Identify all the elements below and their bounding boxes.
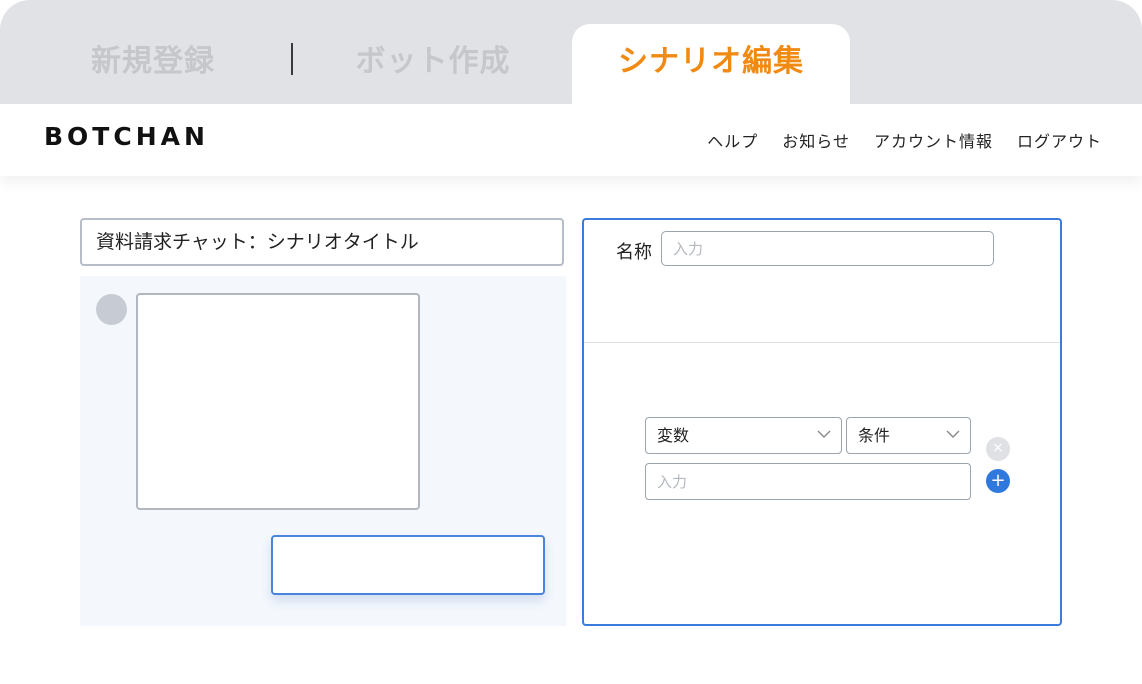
condition-select-label: 条件 (858, 426, 891, 445)
user-reply-box[interactable] (271, 535, 545, 595)
section-divider (584, 342, 1060, 343)
name-input[interactable] (661, 231, 994, 266)
condition-select[interactable]: 条件 (846, 417, 971, 454)
tab-bar: 新規登録 ボット作成 シナリオ編集 (0, 0, 1142, 104)
plus-icon: + (990, 470, 1006, 491)
settings-panel: 名称 変数 条件 × + (582, 218, 1062, 626)
header-nav: ヘルプ お知らせ アカウント情報 ログアウト (707, 128, 1102, 152)
nav-logout[interactable]: ログアウト (1017, 128, 1102, 152)
add-condition-button[interactable]: + (986, 469, 1010, 493)
tab-scenario-edit[interactable]: シナリオ編集 (572, 24, 850, 104)
variable-select[interactable]: 変数 (645, 417, 842, 454)
logo[interactable]: BOTCHAN (44, 122, 209, 151)
name-label: 名称 (616, 242, 652, 263)
chat-preview-area (80, 276, 566, 626)
scenario-title-field[interactable]: 資料請求チャット：シナリオタイトル (80, 218, 564, 266)
bot-avatar (96, 294, 127, 325)
app-header: BOTCHAN ヘルプ お知らせ アカウント情報 ログアウト (0, 104, 1142, 176)
tab-divider (291, 43, 293, 75)
tab-bot-creation[interactable]: ボット作成 (326, 24, 540, 104)
remove-condition-button[interactable]: × (986, 437, 1010, 461)
variable-select-label: 変数 (657, 426, 690, 445)
tab-registration[interactable]: 新規登録 (60, 24, 246, 104)
bot-message-bubble[interactable] (136, 293, 420, 510)
nav-news[interactable]: お知らせ (782, 128, 850, 152)
condition-value-input[interactable] (645, 463, 971, 500)
close-icon: × (992, 440, 1004, 456)
nav-account[interactable]: アカウント情報 (874, 128, 993, 152)
chevron-down-icon (946, 430, 960, 438)
chevron-down-icon (817, 430, 831, 438)
nav-help[interactable]: ヘルプ (707, 128, 758, 152)
